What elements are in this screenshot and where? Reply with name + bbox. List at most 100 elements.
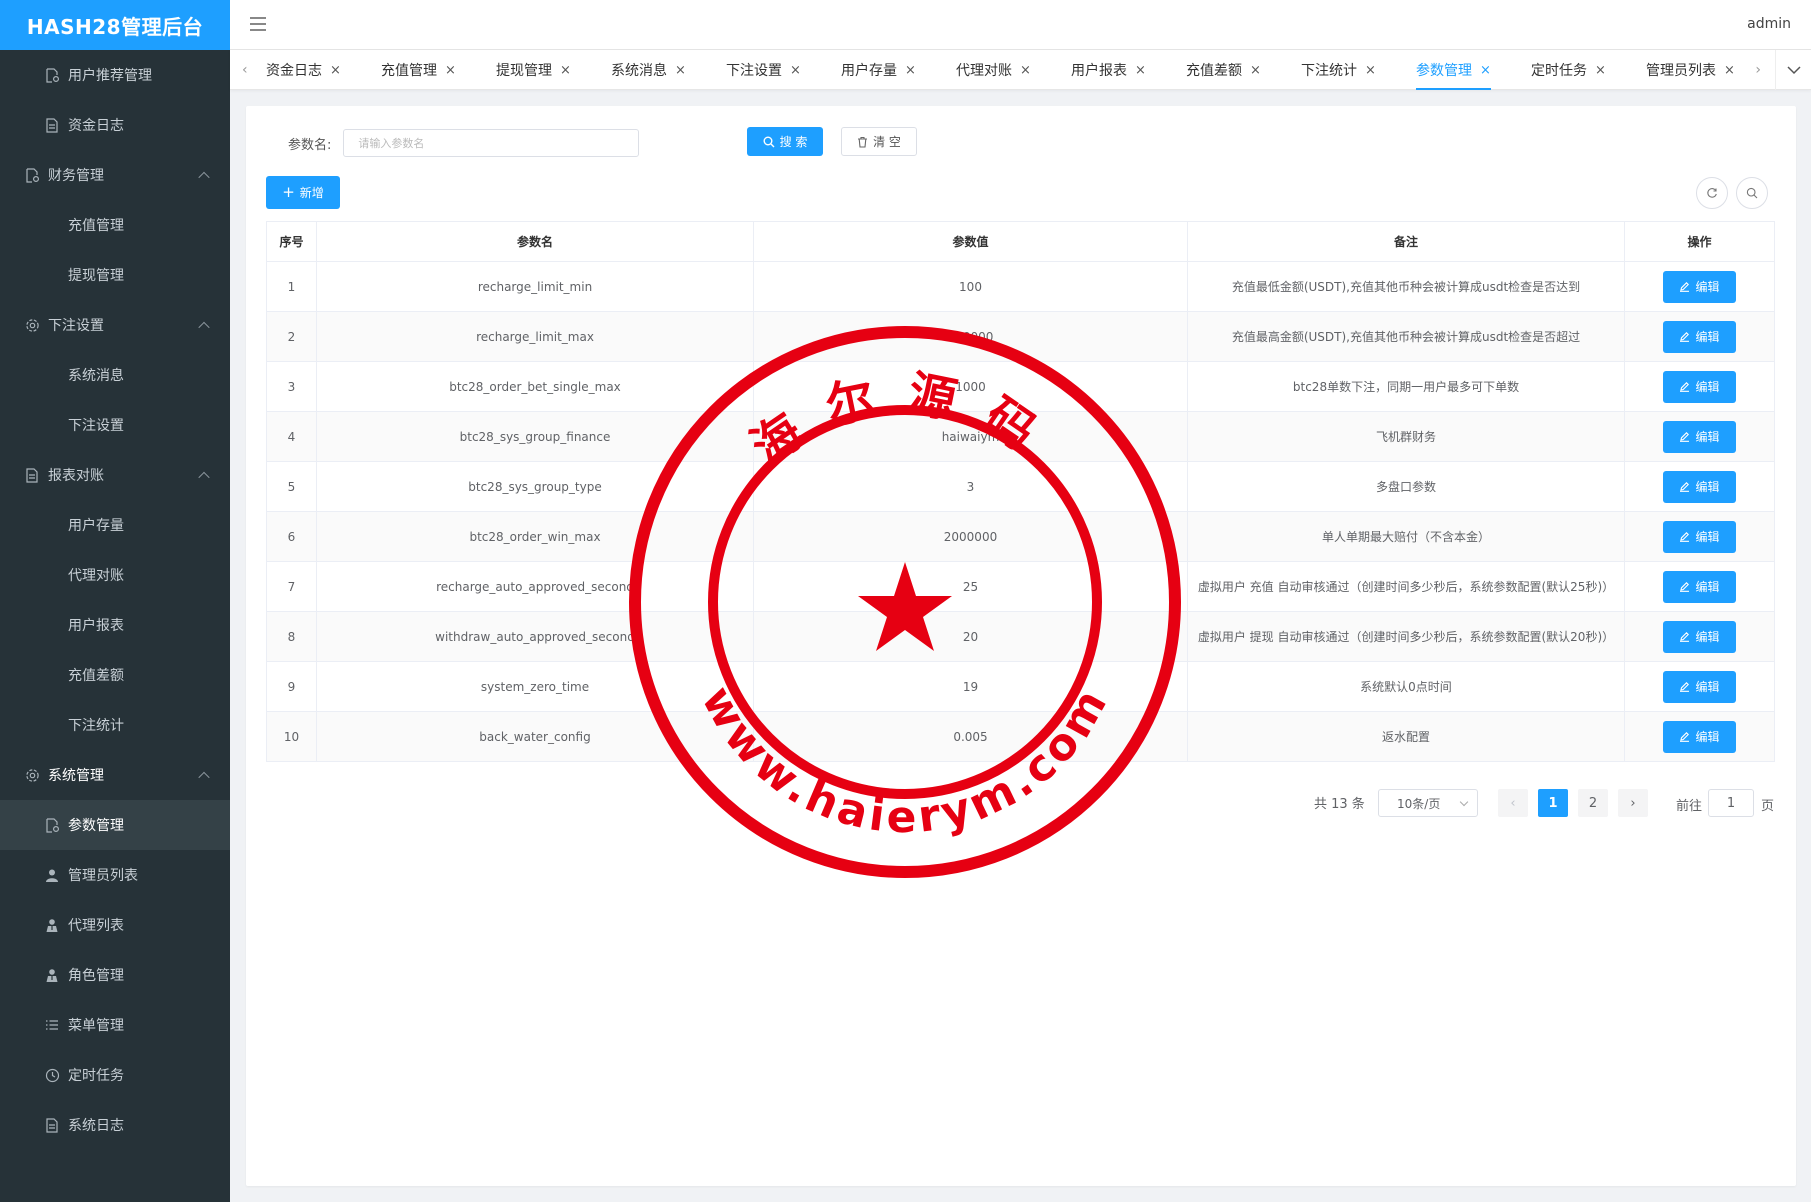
edit-button[interactable]: 编辑 xyxy=(1663,520,1736,553)
tab-13[interactable]: 管理员列表 × xyxy=(1646,50,1761,90)
cell-actions: 编辑 xyxy=(1624,461,1775,512)
close-icon[interactable]: × xyxy=(905,63,916,78)
sidebar-item-2[interactable]: 资金日志 xyxy=(0,100,230,150)
tab-7[interactable]: 代理对账 × xyxy=(956,50,1071,90)
cell-name: btc28_sys_group_finance xyxy=(316,411,754,462)
sidebar-item-5[interactable]: 提现管理 xyxy=(0,250,230,300)
document-icon xyxy=(44,117,60,133)
tab-scroll-left-icon[interactable]: ‹ xyxy=(242,62,248,78)
edit-button[interactable]: 编辑 xyxy=(1663,270,1736,303)
pencil-icon xyxy=(1680,332,1690,342)
tab-6[interactable]: 用户存量 × xyxy=(841,50,956,90)
close-icon[interactable]: × xyxy=(675,63,686,78)
user-menu[interactable]: admin xyxy=(1747,16,1791,32)
sidebar-item-label: 用户存量 xyxy=(68,518,124,534)
tab-1[interactable]: 资金日志 × xyxy=(266,50,381,90)
add-button[interactable]: + 新增 xyxy=(266,176,340,209)
tab-3[interactable]: 提现管理 × xyxy=(496,50,611,90)
tab-label: 充值管理 xyxy=(381,63,437,79)
sidebar-item-13[interactable]: 充值差额 xyxy=(0,650,230,700)
sidebar-item-6[interactable]: 下注设置 xyxy=(0,300,230,350)
sidebar-item-20[interactable]: 菜单管理 xyxy=(0,1000,230,1050)
next-page-button[interactable]: › xyxy=(1618,789,1648,817)
cell-value: 1000 xyxy=(753,361,1188,412)
sidebar-item-18[interactable]: 代理列表 xyxy=(0,900,230,950)
sidebar-item-21[interactable]: 定时任务 xyxy=(0,1050,230,1100)
edit-button[interactable]: 编辑 xyxy=(1663,420,1736,453)
refresh-button[interactable] xyxy=(1696,177,1728,209)
param-name-input[interactable] xyxy=(343,129,640,157)
clear-button[interactable]: 清 空 xyxy=(841,127,917,156)
tab-2[interactable]: 充值管理 × xyxy=(381,50,496,90)
sidebar-item-label: 系统消息 xyxy=(68,368,124,384)
sidebar-item-8[interactable]: 下注设置 xyxy=(0,400,230,450)
edit-button[interactable]: 编辑 xyxy=(1663,470,1736,503)
sidebar-item-12[interactable]: 用户报表 xyxy=(0,600,230,650)
menu-toggle-icon[interactable] xyxy=(250,17,266,31)
prev-page-button[interactable]: ‹ xyxy=(1498,789,1528,817)
sidebar-item-label: 报表对账 xyxy=(48,468,104,484)
close-icon[interactable]: × xyxy=(1020,63,1031,78)
search-form: 参数名: xyxy=(288,128,640,158)
edit-button[interactable]: 编辑 xyxy=(1663,370,1736,403)
edit-button[interactable]: 编辑 xyxy=(1663,570,1736,603)
cell-value: 20 xyxy=(753,611,1188,662)
cell-no: 10 xyxy=(266,711,317,762)
sidebar-item-16[interactable]: 参数管理 xyxy=(0,800,230,850)
toggle-search-button[interactable] xyxy=(1736,177,1768,209)
column-header: 备注 xyxy=(1187,221,1625,262)
close-icon[interactable]: × xyxy=(1135,63,1146,78)
search-button[interactable]: 搜 索 xyxy=(747,127,823,156)
cell-no: 4 xyxy=(266,411,317,462)
cell-name: withdraw_auto_approved_second xyxy=(316,611,754,662)
tab-more-dropdown-icon[interactable] xyxy=(1775,50,1811,90)
edit-button-label: 编辑 xyxy=(1695,380,1720,394)
close-icon[interactable]: × xyxy=(560,63,571,78)
document-icon xyxy=(24,467,40,483)
tab-12[interactable]: 定时任务 × xyxy=(1531,50,1646,90)
close-icon[interactable]: × xyxy=(445,63,456,78)
sidebar-item-15[interactable]: 系统管理 xyxy=(0,750,230,800)
edit-button[interactable]: 编辑 xyxy=(1663,620,1736,653)
goto-page-input[interactable] xyxy=(1708,789,1754,817)
sidebar-item-10[interactable]: 用户存量 xyxy=(0,500,230,550)
edit-button[interactable]: 编辑 xyxy=(1663,670,1736,703)
sidebar-item-1[interactable]: 用户推荐管理 xyxy=(0,50,230,100)
tab-9[interactable]: 充值差额 × xyxy=(1186,50,1301,90)
close-icon[interactable]: × xyxy=(1365,63,1376,78)
close-icon[interactable]: × xyxy=(1480,63,1491,78)
tab-5[interactable]: 下注设置 × xyxy=(726,50,841,90)
close-icon[interactable]: × xyxy=(330,63,341,78)
cell-value: 3 xyxy=(753,461,1188,512)
app-logo[interactable]: HASH28管理后台 xyxy=(0,0,230,50)
sidebar-item-11[interactable]: 代理对账 xyxy=(0,550,230,600)
edit-button[interactable]: 编辑 xyxy=(1663,720,1736,753)
tab-label: 下注统计 xyxy=(1301,63,1357,79)
sidebar-item-9[interactable]: 报表对账 xyxy=(0,450,230,500)
close-icon[interactable]: × xyxy=(1595,63,1606,78)
sidebar-item-17[interactable]: 管理员列表 xyxy=(0,850,230,900)
close-icon[interactable]: × xyxy=(790,63,801,78)
close-icon[interactable]: × xyxy=(1250,63,1261,78)
tab-10[interactable]: 下注统计 × xyxy=(1301,50,1416,90)
sidebar-item-14[interactable]: 下注统计 xyxy=(0,700,230,750)
sidebar-item-7[interactable]: 系统消息 xyxy=(0,350,230,400)
cell-actions: 编辑 xyxy=(1624,361,1775,412)
page-1-button[interactable]: 1 xyxy=(1538,789,1568,817)
cell-value: 19 xyxy=(753,661,1188,712)
sidebar-item-22[interactable]: 系统日志 xyxy=(0,1100,230,1150)
sidebar-item-label: 下注设置 xyxy=(68,418,124,434)
page-size-select[interactable]: 10条/页 xyxy=(1378,789,1478,817)
sidebar-item-4[interactable]: 充值管理 xyxy=(0,200,230,250)
sidebar-item-3[interactable]: 财务管理 xyxy=(0,150,230,200)
tab-4[interactable]: 系统消息 × xyxy=(611,50,726,90)
close-icon[interactable]: × xyxy=(1724,63,1735,78)
chevron-up-icon xyxy=(198,171,210,184)
tab-8[interactable]: 用户报表 × xyxy=(1071,50,1186,90)
tab-scroll-right-icon[interactable]: › xyxy=(1755,62,1761,78)
edit-button[interactable]: 编辑 xyxy=(1663,320,1736,353)
sidebar-item-19[interactable]: 角色管理 xyxy=(0,950,230,1000)
page-2-button[interactable]: 2 xyxy=(1578,789,1608,817)
cell-remark: 飞机群财务 xyxy=(1187,411,1625,462)
tab-11[interactable]: 参数管理 × xyxy=(1416,50,1531,90)
